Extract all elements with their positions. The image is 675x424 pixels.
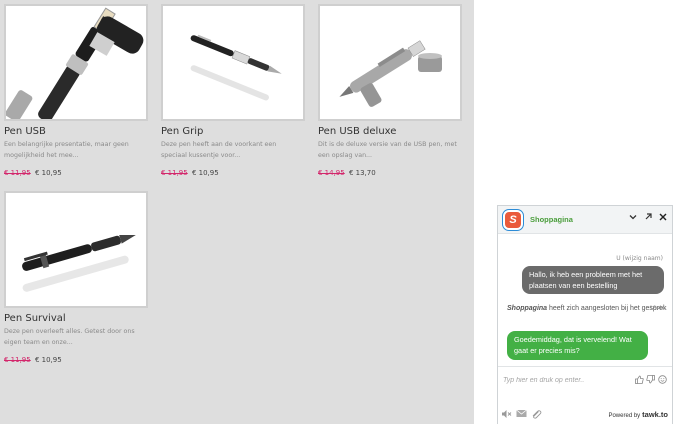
usb-pen-drive-icon	[6, 7, 144, 119]
product-name[interactable]: Pen Grip	[161, 126, 311, 137]
emoji-icon[interactable]	[658, 375, 667, 384]
product-description: Deze pen overleeft alles. Getest door on…	[4, 328, 135, 346]
new-price: € 10,95	[191, 169, 219, 177]
product-description: Een belangrijke presentatie, maar geen m…	[4, 141, 129, 159]
thumbs-down-icon[interactable]	[646, 375, 655, 384]
product-name[interactable]: Pen USB	[4, 126, 154, 137]
popout-icon[interactable]	[643, 213, 653, 225]
powered-by[interactable]: Powered by tawk.to	[608, 410, 668, 419]
chat-messages: U (wijzig naam) Hallo, ik heb een proble…	[498, 235, 672, 366]
chat-footer: Powered by tawk.to	[498, 405, 672, 424]
grip-pen-icon	[190, 34, 282, 101]
new-price: € 13,70	[348, 169, 376, 177]
black-survival-pen-icon	[22, 234, 136, 292]
silver-usb-pen-icon	[339, 40, 442, 107]
old-price: € 11,95	[4, 356, 31, 364]
product-image[interactable]	[161, 4, 305, 121]
message-time: 16:44	[649, 305, 665, 312]
product-prices: € 11,95 € 10,95	[4, 169, 154, 177]
agent-message: Goedemiddag, dat is vervelend! Wat gaat …	[507, 331, 648, 360]
thumbs-up-icon[interactable]	[635, 375, 644, 384]
product-grid: Pen USB Een belangrijke presentatie, maa…	[0, 0, 474, 424]
close-icon[interactable]	[658, 213, 668, 225]
tawk-brand: tawk.to	[642, 410, 668, 419]
sound-mute-icon[interactable]	[501, 409, 512, 420]
product-name[interactable]: Pen Survival	[4, 313, 154, 324]
system-message: Shoppagina heeft zich aangesloten bij he…	[507, 303, 667, 315]
chat-input-area	[498, 366, 672, 391]
chat-widget: S Shoppagina U (wijzig naam) Hallo, ik h…	[497, 205, 673, 424]
product-description: Dit is de deluxe versie van de USB pen, …	[318, 141, 457, 159]
product-prices: € 11,95 € 10,95	[4, 356, 154, 364]
email-icon[interactable]	[516, 409, 527, 420]
system-agent-name: Shoppagina	[507, 305, 548, 312]
product-description: Deze pen heeft aan de voorkant een speci…	[161, 141, 277, 159]
shoppagina-logo-icon: S	[503, 210, 523, 230]
old-price: € 14,95	[318, 169, 345, 177]
chat-header[interactable]: S Shoppagina	[498, 206, 672, 234]
product-card[interactable]: Pen Grip Deze pen heeft aan de voorkant …	[161, 4, 311, 177]
product-prices: € 11,95 € 10,95	[161, 169, 311, 177]
new-price: € 10,95	[34, 356, 62, 364]
powered-label: Powered by	[608, 413, 641, 419]
visitor-message: Hallo, ik heb een probleem met het plaat…	[522, 266, 664, 294]
old-price: € 11,95	[161, 169, 188, 177]
product-card[interactable]: Pen USB Een belangrijke presentatie, maa…	[4, 4, 154, 177]
product-image[interactable]	[4, 191, 148, 308]
chevron-down-icon[interactable]	[628, 213, 638, 225]
product-prices: € 14,95 € 13,70	[318, 169, 468, 177]
new-price: € 10,95	[34, 169, 62, 177]
product-name[interactable]: Pen USB deluxe	[318, 126, 468, 137]
old-price: € 11,95	[4, 169, 31, 177]
product-image[interactable]	[4, 4, 148, 121]
attachment-icon[interactable]	[531, 409, 542, 420]
product-image[interactable]	[318, 4, 462, 121]
visitor-name-link[interactable]: U (wijzig naam)	[616, 255, 663, 262]
product-card[interactable]: Pen USB deluxe Dit is de deluxe versie v…	[318, 4, 468, 177]
chat-message-input[interactable]	[503, 374, 628, 386]
product-card[interactable]: Pen Survival Deze pen overleeft alles. G…	[4, 191, 154, 364]
chat-title: Shoppagina	[530, 215, 573, 224]
